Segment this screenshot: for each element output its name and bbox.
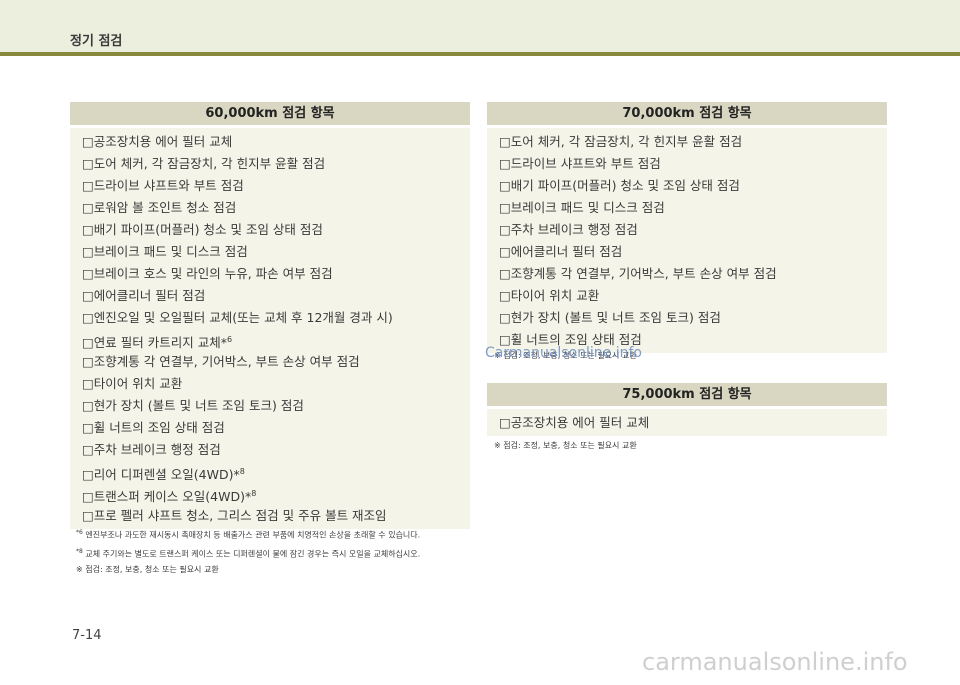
checklist-item: □브레이크 패드 및 디스크 점검 xyxy=(499,200,665,215)
checklist-item: □도어 체커, 각 잠금장치, 각 힌지부 윤활 점검 xyxy=(82,156,326,171)
checklist-item: □현가 장치 (볼트 및 너트 조임 토크) 점검 xyxy=(499,310,721,325)
footnote-mark: 8 xyxy=(251,489,257,498)
checklist-item: □공조장치용 에어 필터 교체 xyxy=(82,134,233,149)
checklist-item: □도어 체커, 각 잠금장치, 각 힌지부 윤활 점검 xyxy=(499,134,743,149)
checklist-item: □타이어 위치 교환 xyxy=(499,288,600,303)
checklist-item: □드라이브 샤프트와 부트 점검 xyxy=(499,156,661,171)
checklist-item: □엔진오일 및 오일필터 교체(또는 교체 후 12개월 경과 시) xyxy=(82,310,393,325)
checklist-item: □현가 장치 (볼트 및 너트 조임 토크) 점검 xyxy=(82,398,304,413)
checklist-item: □타이어 위치 교환 xyxy=(82,376,183,391)
header-rule xyxy=(0,52,960,56)
checklist-item: □주차 브레이크 행정 점검 xyxy=(499,222,638,237)
checklist-75000km-items: □공조장치용 에어 필터 교체 xyxy=(487,409,887,436)
footnotes-60000km: *6 엔진부조나 과도한 재시동시 촉매장치 등 배출가스 관련 부품에 치명적… xyxy=(76,525,476,578)
checklist-70000km-title: 70,000km 점검 항목 xyxy=(487,102,887,125)
checklist-70000km: 70,000km 점검 항목 □도어 체커, 각 잠금장치, 각 힌지부 윤활 … xyxy=(487,102,887,353)
checklist-item: □배기 파이프(머플러) 청소 및 조임 상태 점검 xyxy=(499,178,740,193)
checklist-item: □공조장치용 에어 필터 교체 xyxy=(499,415,650,430)
footnote-mark: 8 xyxy=(239,467,245,476)
checklist-item: □조향계통 각 연결부, 기어박스, 부트 손상 여부 점검 xyxy=(499,266,777,281)
checklist-60000km: 60,000km 점검 항목 □공조장치용 에어 필터 교체 □도어 체커, 각 … xyxy=(70,102,470,529)
checklist-item: □휠 너트의 조임 상태 점검 xyxy=(82,420,225,435)
checklist-item: □브레이크 패드 및 디스크 점검 xyxy=(82,244,248,259)
footnote-mark: 6 xyxy=(226,335,233,344)
checklist-60000km-title: 60,000km 점검 항목 xyxy=(70,102,470,125)
page-header: 정기 점검 xyxy=(0,0,960,52)
checklist-item: □주차 브레이크 행정 점검 xyxy=(82,442,221,457)
checklist-75000km: 75,000km 점검 항목 □공조장치용 에어 필터 교체 xyxy=(487,383,887,436)
page-number: 7-14 xyxy=(72,628,102,643)
checklist-item: □배기 파이프(머플러) 청소 및 조임 상태 점검 xyxy=(82,222,323,237)
footnote: *6 엔진부조나 과도한 재시동시 촉매장치 등 배출가스 관련 부품에 치명적… xyxy=(76,529,421,540)
checklist-item: □에어클리너 필터 점검 xyxy=(499,244,623,259)
footnote: ※ 점검: 조정, 보충, 청소 또는 필요시 교환 xyxy=(76,565,219,575)
checklist-60000km-items: □공조장치용 에어 필터 교체 □도어 체커, 각 잠금장치, 각 힌지부 윤활 … xyxy=(70,128,470,529)
checklist-70000km-items: □도어 체커, 각 잠금장치, 각 힌지부 윤활 점검 □드라이브 샤프트와 부트… xyxy=(487,128,887,353)
checklist-item: □트랜스퍼 케이스 오일(4WD)*8 xyxy=(82,489,257,505)
checklist-item: □브레이크 호스 및 라인의 누유, 파손 여부 점검 xyxy=(82,266,333,281)
section-title: 정기 점검 xyxy=(70,34,123,49)
checklist-item: □리어 디퍼렌셜 오일(4WD)*8 xyxy=(82,467,245,483)
checklist-75000km-title: 75,000km 점검 항목 xyxy=(487,383,887,406)
watermark: Carmanualsonline.info xyxy=(485,345,643,361)
note-75000km: ※ 점검: 조정, 보충, 청소 또는 필요시 교환 xyxy=(494,441,637,450)
checklist-item: □로워암 볼 조인트 청소 점검 xyxy=(82,200,237,215)
checklist-item: □드라이브 샤프트와 부트 점검 xyxy=(82,178,244,193)
footnote: *8 교체 주기와는 별도로 트랜스퍼 케이스 또는 디퍼렌셜이 물에 잠긴 경… xyxy=(76,547,421,559)
checklist-item: □프로 펠러 샤프트 청소, 그리스 점검 및 주유 볼트 재조임 xyxy=(82,508,387,523)
watermark-footer: carmanualsonline.info xyxy=(642,648,908,676)
checklist-item: □연료 필터 카트리지 교체*6 xyxy=(82,335,233,351)
checklist-item: □조향계통 각 연결부, 기어박스, 부트 손상 여부 점검 xyxy=(82,354,360,369)
checklist-item: □에어클리너 필터 점검 xyxy=(82,288,206,303)
